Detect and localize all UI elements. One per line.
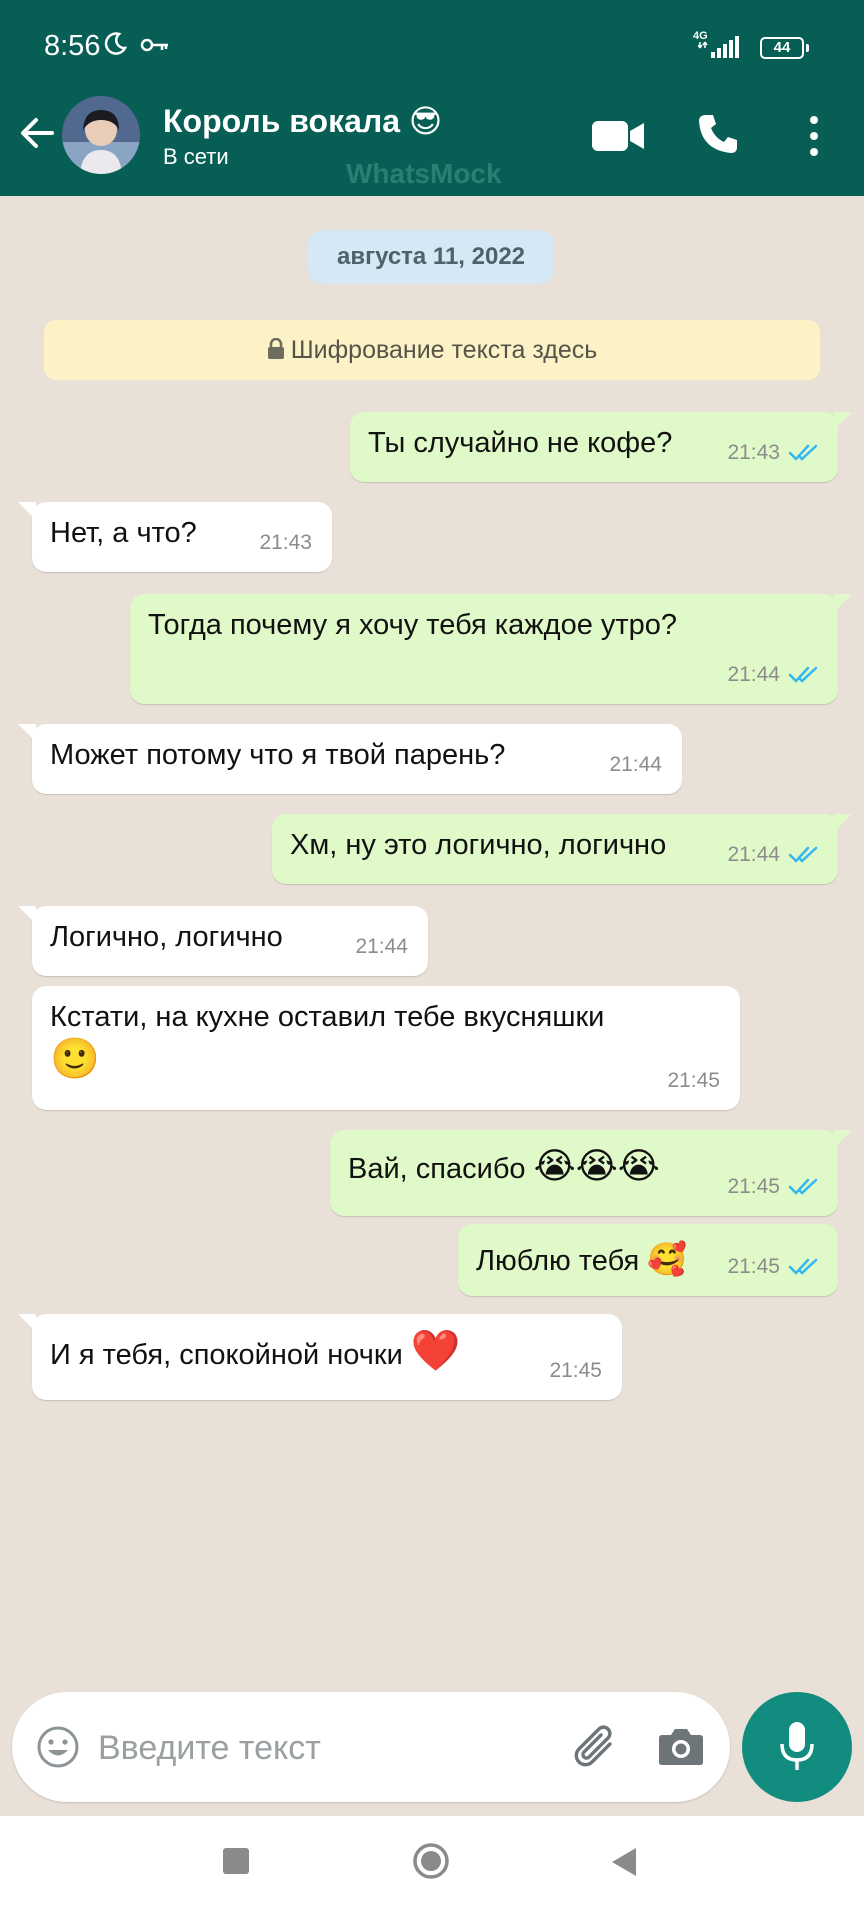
message-emoji: 🙂 <box>50 1036 100 1082</box>
message-outgoing[interactable]: Ты случайно не кофе? 21:43 <box>350 412 852 482</box>
message-emoji: ❤️ <box>410 1328 461 1374</box>
message-text: Ты случайно не кофе? <box>368 427 673 459</box>
key-icon <box>140 38 168 52</box>
encryption-notice: Шифрование текста здесь <box>44 320 820 380</box>
message-outgoing[interactable]: Хм, ну это логично, логично 21:44 <box>272 814 852 884</box>
message-emoji: 🥰 <box>647 1240 688 1278</box>
message-text: И я тебя, спокойной ночки <box>50 1339 403 1371</box>
message-text: Хм, ну это логично, логично <box>290 829 667 861</box>
message-incoming[interactable]: Кстати, на кухне оставил тебе вкусняшки … <box>32 986 740 1110</box>
message-emoji: 😭😭😭 <box>533 1146 660 1187</box>
date-chip: августа 11, 2022 <box>308 230 554 284</box>
mic-icon <box>780 1722 814 1770</box>
message-input[interactable] <box>96 1722 560 1774</box>
emoji-icon[interactable] <box>36 1725 80 1769</box>
message-text: Тогда почему я хочу тебя каждое утро? <box>148 609 678 641</box>
app-header: 8:56 4G 44 Король вокала 😎 В сети WhatsM… <box>0 0 864 196</box>
message-input-bar <box>12 1692 730 1802</box>
battery-indicator: 44 <box>760 37 809 59</box>
message-text: Люблю тебя <box>476 1245 640 1277</box>
chat-area[interactable]: августа 11, 2022 Шифрование текста здесь… <box>0 196 864 1816</box>
message-incoming[interactable]: Логично, логично 21:44 <box>18 906 428 976</box>
message-time: 21:43 <box>727 441 780 464</box>
message-text: Вай, спасибо <box>348 1153 526 1185</box>
read-ticks-icon <box>788 1258 818 1275</box>
message-time: 21:45 <box>727 1175 780 1198</box>
message-text: Нет, а что? <box>50 517 197 549</box>
contact-emoji: 😎 <box>408 102 443 140</box>
watermark: WhatsMock <box>346 158 502 189</box>
mic-button[interactable] <box>742 1692 852 1802</box>
nav-back-button[interactable] <box>606 1844 642 1880</box>
phone-icon[interactable] <box>696 112 740 156</box>
recents-button[interactable] <box>223 1848 249 1874</box>
message-time: 21:44 <box>355 935 408 958</box>
message-time: 21:44 <box>727 843 780 866</box>
message-time: 21:45 <box>727 1255 780 1278</box>
system-nav-bar <box>0 1816 864 1920</box>
back-arrow-icon[interactable] <box>16 112 58 154</box>
camera-icon[interactable] <box>658 1726 704 1766</box>
status-time: 8:56 <box>44 30 101 62</box>
read-ticks-icon <box>788 846 818 863</box>
message-incoming[interactable]: Может потому что я твой парень? 21:44 <box>18 724 682 794</box>
message-time: 21:45 <box>667 1069 720 1092</box>
message-time: 21:43 <box>259 531 312 554</box>
message-time: 21:45 <box>549 1359 602 1382</box>
message-time: 21:44 <box>727 663 780 686</box>
message-time: 21:44 <box>609 753 662 776</box>
lock-icon <box>267 337 284 359</box>
contact-status: В сети <box>163 144 229 169</box>
message-text: Может потому что я твой парень? <box>50 739 506 771</box>
message-outgoing[interactable]: Тогда почему я хочу тебя каждое утро? 21… <box>130 594 852 704</box>
read-ticks-icon <box>788 666 818 683</box>
moon-icon <box>104 32 128 55</box>
attach-icon[interactable] <box>572 1722 620 1772</box>
contact-avatar[interactable] <box>62 96 140 174</box>
read-ticks-icon <box>788 1178 818 1195</box>
message-outgoing[interactable]: Вай, спасибо 😭😭😭 21:45 <box>330 1130 852 1216</box>
status-bar: 8:56 4G 44 <box>0 0 864 96</box>
contact-name[interactable]: Король вокала 😎 <box>163 102 442 140</box>
signal-icon <box>698 36 739 58</box>
video-call-icon[interactable] <box>592 118 646 154</box>
chat-header: Король вокала 😎 В сети WhatsMock <box>0 96 864 196</box>
home-button[interactable] <box>412 1842 450 1880</box>
read-ticks-icon <box>788 444 818 461</box>
message-incoming[interactable]: Нет, а что? 21:43 <box>18 502 332 572</box>
message-outgoing[interactable]: Люблю тебя 🥰 21:45 <box>458 1224 838 1296</box>
message-text: Кстати, на кухне оставил тебе вкусняшки <box>50 1001 605 1033</box>
message-text: Логично, логично <box>50 921 283 953</box>
message-incoming[interactable]: И я тебя, спокойной ночки ❤️ 21:45 <box>18 1314 622 1400</box>
more-vert-icon[interactable] <box>800 114 828 158</box>
